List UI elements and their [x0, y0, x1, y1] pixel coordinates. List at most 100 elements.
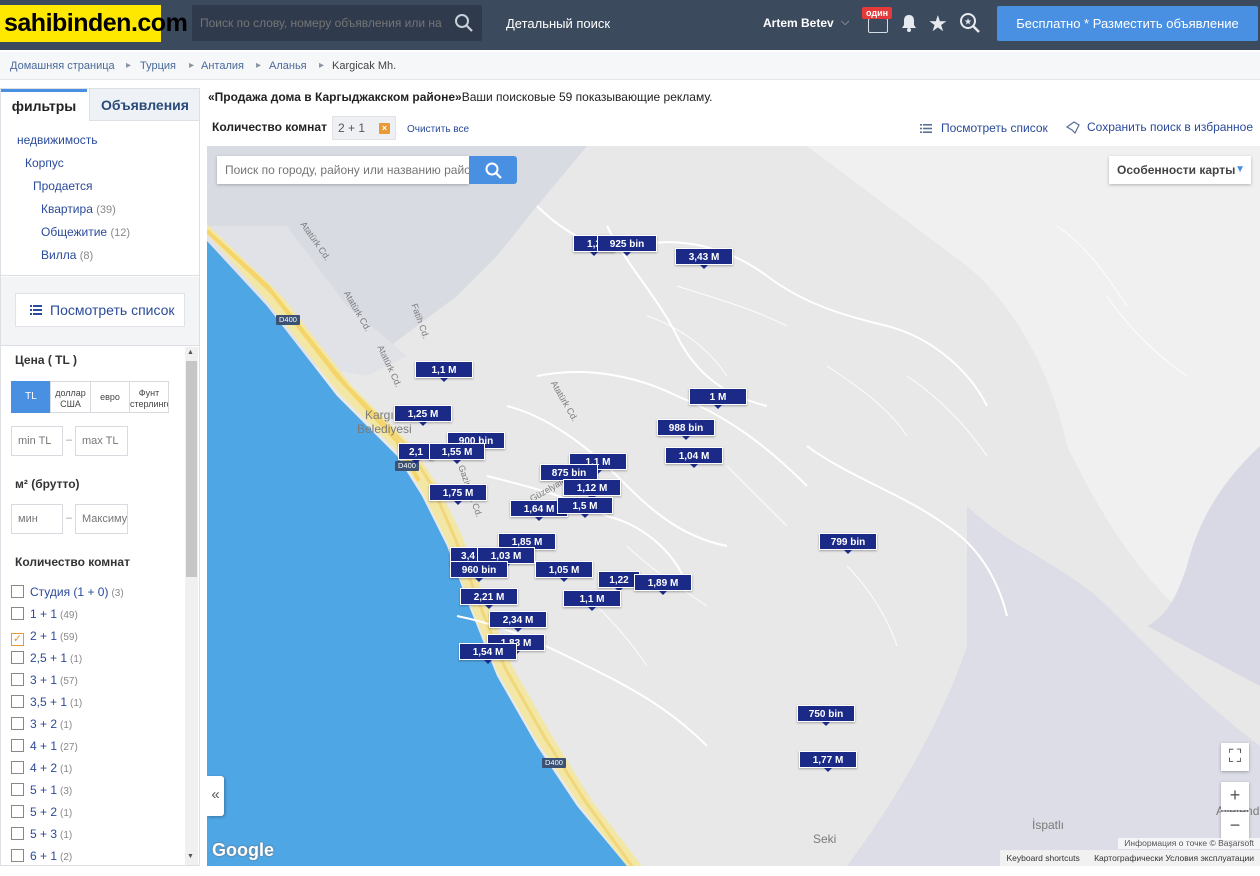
- price-pin[interactable]: 1,89 M: [634, 574, 692, 595]
- breadcrumb-turkey[interactable]: Турция: [140, 60, 176, 72]
- checkbox[interactable]: [11, 695, 24, 708]
- currency-usd-button[interactable]: доллар США: [50, 381, 91, 413]
- price-pin[interactable]: 3,43 M: [675, 248, 733, 269]
- favorite-search-icon[interactable]: ★: [959, 12, 981, 34]
- room-option-4-2[interactable]: 4 + 2 (1): [11, 761, 72, 775]
- scrollbar-thumb[interactable]: [186, 361, 197, 577]
- site-logo[interactable]: sahibinden.com: [0, 5, 188, 42]
- active-filter-chip[interactable]: 2 + 1 ×: [332, 116, 396, 140]
- checkbox[interactable]: [11, 717, 24, 730]
- price-pin[interactable]: 1 M: [689, 388, 747, 409]
- search-icon[interactable]: [454, 13, 474, 33]
- breadcrumb-alanya[interactable]: Аланья: [269, 60, 307, 72]
- price-pin[interactable]: 1,54 M: [459, 643, 517, 664]
- category-villa[interactable]: Вилла (8): [41, 248, 93, 262]
- keyboard-shortcuts-link[interactable]: Keyboard shortcuts: [1000, 853, 1085, 863]
- remove-filter-icon[interactable]: ×: [379, 123, 390, 134]
- price-pin[interactable]: 1,1 M: [415, 361, 473, 382]
- tab-filters[interactable]: фильтры: [1, 89, 87, 121]
- main-search-input[interactable]: [192, 5, 442, 41]
- view-list-link[interactable]: Посмотреть список: [920, 121, 1048, 135]
- chevron-down-icon[interactable]: ⌵: [841, 16, 849, 29]
- price-pin[interactable]: 1,55 M: [429, 443, 485, 464]
- view-list-button[interactable]: Посмотреть список: [15, 293, 185, 327]
- checkbox[interactable]: [11, 651, 24, 664]
- price-pin[interactable]: 1,04 M: [665, 447, 723, 468]
- room-option-1-1[interactable]: 1 + 1 (49): [11, 607, 78, 621]
- collapse-sidebar-button[interactable]: «: [207, 776, 224, 816]
- checkbox[interactable]: [11, 849, 24, 862]
- checkbox[interactable]: [11, 739, 24, 752]
- checkbox[interactable]: [11, 805, 24, 818]
- zoom-out-button[interactable]: −: [1221, 812, 1249, 840]
- breadcrumb-home[interactable]: Домашняя страница: [10, 60, 115, 72]
- price-pin[interactable]: 750 bin: [797, 705, 855, 726]
- checkbox[interactable]: [11, 585, 24, 598]
- price-pin[interactable]: 988 bin: [657, 419, 715, 440]
- checkbox[interactable]: [11, 827, 24, 840]
- checkbox[interactable]: [11, 761, 24, 774]
- price-pin[interactable]: 1,5 M: [557, 497, 613, 518]
- scroll-down-icon[interactable]: ▼: [187, 853, 194, 860]
- room-option-2-5-1[interactable]: 2,5 + 1 (1): [11, 651, 82, 665]
- room-option-5-3[interactable]: 5 + 3 (1): [11, 827, 72, 841]
- room-option-3-1[interactable]: 3 + 1 (57): [11, 673, 78, 687]
- new-badge: один: [862, 7, 893, 19]
- detailed-search-link[interactable]: Детальный поиск: [506, 16, 610, 31]
- user-name[interactable]: Artem Betev: [763, 16, 834, 30]
- currency-tl-button[interactable]: TL: [11, 381, 51, 413]
- price-pin[interactable]: 925 bin: [597, 235, 657, 256]
- category-dormitory[interactable]: Общежитие (12): [41, 225, 130, 239]
- terms-link[interactable]: Картографически Условия эксплуатации: [1088, 853, 1260, 863]
- category-for-sale[interactable]: Продается: [33, 179, 93, 193]
- breadcrumb-antalya[interactable]: Анталия: [201, 60, 244, 72]
- sidebar-scrollbar[interactable]: ▲ ▼: [185, 347, 198, 865]
- price-min-input[interactable]: min TL: [11, 426, 63, 456]
- room-option-5-1[interactable]: 5 + 1 (3): [11, 783, 72, 797]
- fullscreen-button[interactable]: ⛶: [1221, 743, 1249, 771]
- map-search-button[interactable]: [469, 156, 517, 184]
- scroll-up-icon[interactable]: ▲: [187, 349, 194, 356]
- room-option-3-5-1[interactable]: 3,5 + 1 (1): [11, 695, 82, 709]
- category-apartment[interactable]: Квартира (39): [41, 202, 116, 216]
- area-min-input[interactable]: мин: [11, 504, 63, 534]
- checkbox-checked[interactable]: ✓: [11, 633, 24, 646]
- clear-all-link[interactable]: Очистить все: [407, 124, 469, 135]
- tab-listings[interactable]: Объявления: [89, 89, 199, 121]
- price-pin[interactable]: 960 bin: [450, 561, 508, 582]
- currency-gbp-button[interactable]: Фунт стерлингов: [129, 381, 169, 413]
- zoom-in-button[interactable]: +: [1221, 782, 1249, 810]
- room-option-3-2[interactable]: 3 + 2 (1): [11, 717, 72, 731]
- price-pin[interactable]: 1,12 M: [563, 479, 621, 500]
- price-pin[interactable]: 2,34 M: [489, 611, 547, 632]
- room-option-studio[interactable]: Студия (1 + 0) (3): [11, 585, 124, 599]
- price-pin[interactable]: 799 bin: [819, 533, 877, 554]
- price-pin[interactable]: 1,75 M: [429, 484, 487, 505]
- price-max-input[interactable]: max TL: [75, 426, 128, 456]
- map-search-input[interactable]: [217, 156, 469, 184]
- post-listing-button[interactable]: Бесплатно * Разместить объявление: [997, 6, 1258, 41]
- room-option-2-1[interactable]: ✓ 2 + 1 (59): [11, 629, 78, 646]
- map[interactable]: Особенности карты▼ Atatürk Cd. Atatürk C…: [207, 146, 1260, 866]
- currency-eur-button[interactable]: евро: [90, 381, 130, 413]
- price-pin[interactable]: 1,25 M: [394, 405, 452, 426]
- messages-icon[interactable]: [868, 18, 888, 33]
- category-real-estate[interactable]: недвижимость: [17, 133, 98, 147]
- price-pin[interactable]: 1,77 M: [799, 751, 857, 772]
- price-pin[interactable]: 2,21 M: [460, 588, 518, 609]
- area-max-input[interactable]: Максимум: [75, 504, 128, 534]
- price-pin[interactable]: 1,05 M: [535, 561, 593, 582]
- room-option-6-1[interactable]: 6 + 1 (2): [11, 849, 72, 863]
- room-option-4-1[interactable]: 4 + 1 (27): [11, 739, 78, 753]
- category-building[interactable]: Корпус: [25, 156, 64, 170]
- checkbox[interactable]: [11, 783, 24, 796]
- map-features-dropdown[interactable]: Особенности карты ▼: [1109, 156, 1251, 184]
- checkbox[interactable]: [11, 607, 24, 620]
- save-search-link[interactable]: Сохранить поиск в избранное: [1066, 120, 1253, 134]
- room-option-5-2[interactable]: 5 + 2 (1): [11, 805, 72, 819]
- star-icon[interactable]: ★: [928, 11, 948, 37]
- price-pin[interactable]: 1,1 M: [563, 590, 621, 611]
- checkbox[interactable]: [11, 673, 24, 686]
- bell-icon[interactable]: [899, 13, 919, 33]
- search-icon: [485, 162, 502, 179]
